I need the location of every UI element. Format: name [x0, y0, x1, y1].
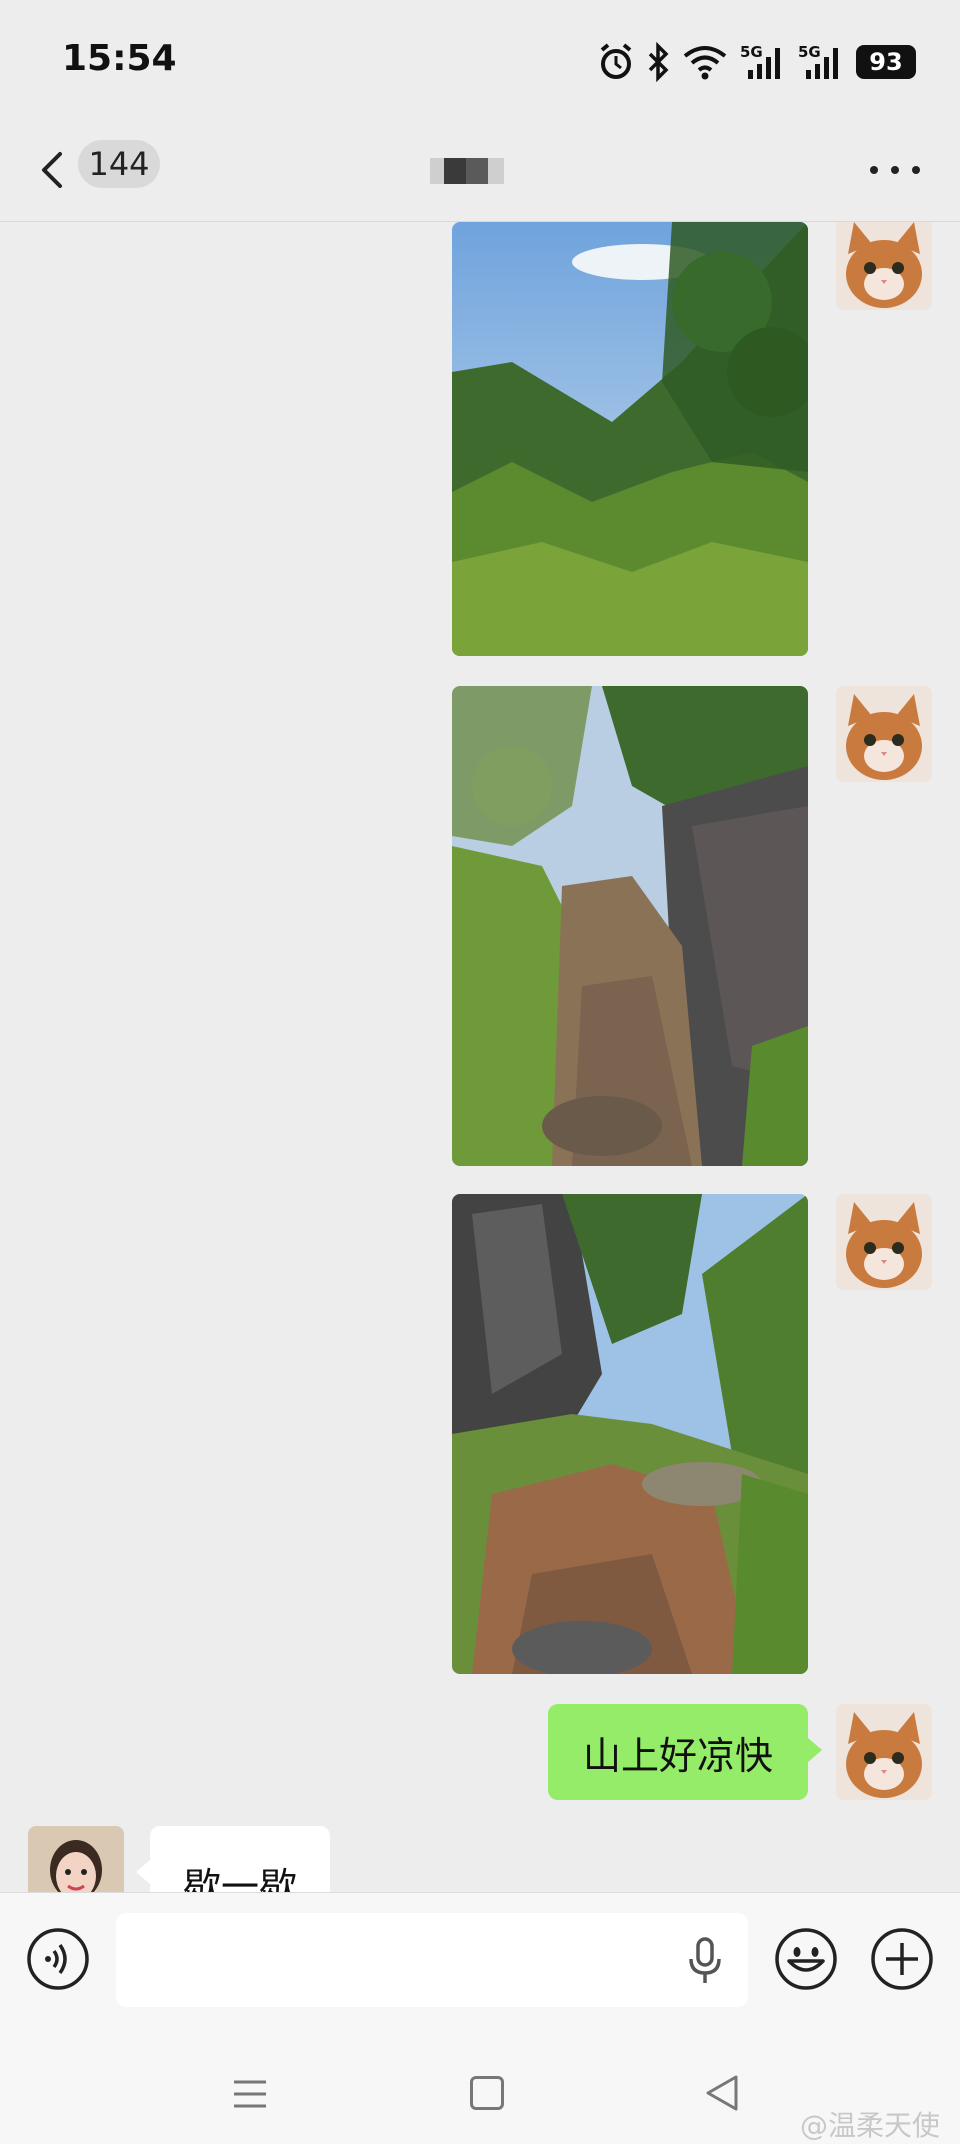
- message-list[interactable]: 山上好凉快 歇一歇: [0, 222, 960, 1892]
- cat-avatar-image: [836, 686, 932, 782]
- watermark: @温柔天使: [800, 2109, 941, 2142]
- my-avatar[interactable]: [836, 686, 932, 782]
- photo-message-3[interactable]: [452, 1194, 808, 1674]
- my-avatar[interactable]: [836, 1704, 932, 1800]
- back-arrow-icon[interactable]: [30, 140, 78, 200]
- chat-title-obscured: [430, 158, 504, 184]
- my-avatar[interactable]: [836, 222, 932, 310]
- back-icon[interactable]: [704, 2074, 740, 2112]
- voice-icon[interactable]: [26, 1927, 90, 1991]
- cat-avatar-image: [836, 1704, 932, 1800]
- photo-message-2[interactable]: [452, 686, 808, 1166]
- chat-header: 144: [0, 120, 960, 222]
- girl-avatar-image: [28, 1826, 124, 1892]
- status-icons: 5G 5G 93: [598, 40, 916, 84]
- my-avatar[interactable]: [836, 1194, 932, 1290]
- status-bar: 15:54 5G 5G 93: [0, 0, 960, 120]
- contact-avatar[interactable]: [28, 1826, 124, 1892]
- cat-avatar-image: [836, 222, 932, 310]
- signal-5g-icon: 5G: [798, 43, 838, 79]
- input-bar: [0, 1892, 960, 2024]
- menu-icon[interactable]: [232, 2076, 268, 2112]
- alarm-icon: [600, 43, 632, 79]
- bluetooth-icon: [648, 42, 669, 82]
- photo-message-1[interactable]: [452, 222, 808, 656]
- unread-count-badge[interactable]: 144: [78, 140, 160, 188]
- sent-text-bubble[interactable]: 山上好凉快: [548, 1704, 822, 1800]
- plus-icon[interactable]: [870, 1927, 934, 1991]
- status-time: 15:54: [62, 38, 177, 79]
- more-icon[interactable]: [870, 160, 920, 180]
- signal-5g-icon: 5G: [740, 43, 780, 79]
- cat-avatar-image: [836, 1194, 932, 1290]
- chat-screen: 15:54 5G 5G 93 144 山上好凉快 歇一歇 @温柔天使: [0, 0, 960, 2144]
- home-icon[interactable]: [470, 2076, 504, 2110]
- emoji-icon[interactable]: [774, 1927, 838, 1991]
- svg-text:5G: 5G: [740, 43, 763, 61]
- svg-text:5G: 5G: [798, 43, 821, 61]
- wifi-icon: [683, 46, 727, 80]
- system-navigation-bar: @温柔天使: [0, 2024, 960, 2144]
- microphone-icon[interactable]: [688, 1937, 722, 1985]
- message-input[interactable]: [116, 1913, 748, 2007]
- received-text-bubble[interactable]: 歇一歇: [136, 1826, 330, 1892]
- battery-indicator: 93: [856, 45, 916, 79]
